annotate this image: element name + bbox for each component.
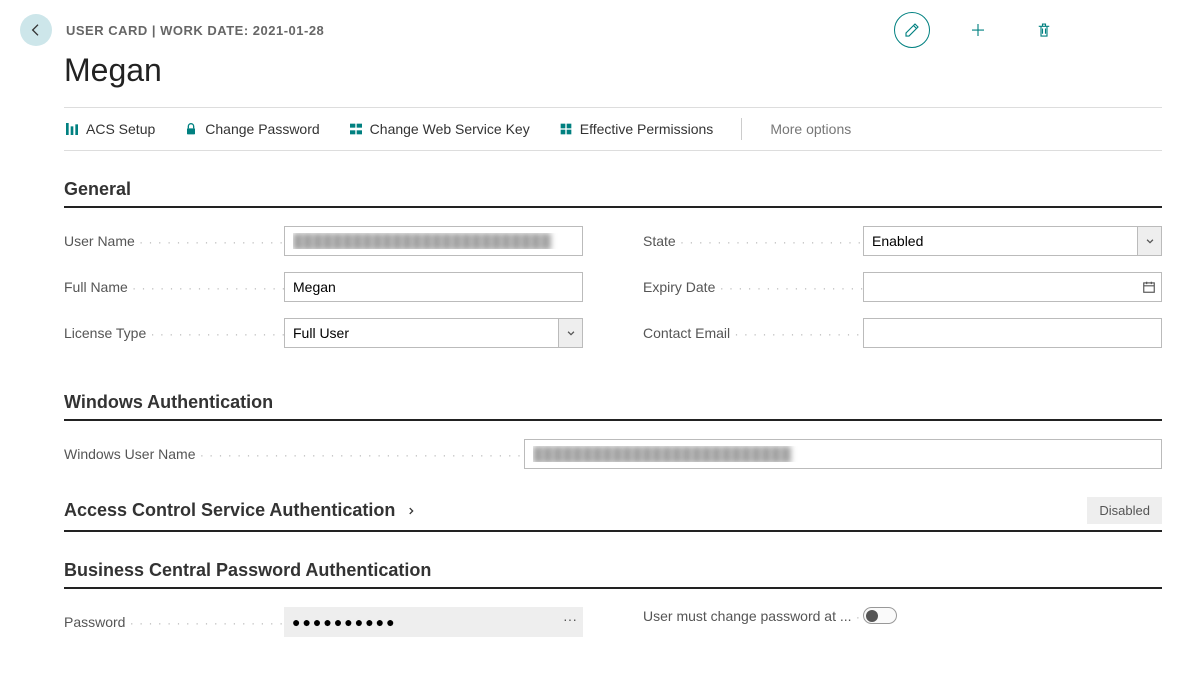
toolbar-label: Change Password [205,121,319,137]
pencil-icon [903,21,921,39]
full-name-input[interactable] [284,272,583,302]
toolbar-separator [741,118,742,140]
toolbar-label: ACS Setup [86,121,155,137]
settings-icon [64,121,80,137]
field-label-mustchange: User must change password at ... [643,608,863,624]
new-button[interactable] [960,12,996,48]
edit-button[interactable] [894,12,930,48]
breadcrumb: USER CARD | WORK DATE: 2021-01-28 [66,23,324,38]
page-title: Megan [64,52,1162,89]
lock-icon [183,121,199,137]
must-change-toggle[interactable] [863,607,897,624]
section-title-bcpwd: Business Central Password Authentication [64,560,431,581]
password-input[interactable] [284,607,583,637]
user-name-input[interactable] [284,226,583,256]
calendar-icon [1142,280,1156,294]
dropdown-button[interactable] [558,319,582,347]
field-label-winuser: Windows User Name [64,446,524,462]
field-label-state: State [643,233,863,249]
section-title-acsauth[interactable]: Access Control Service Authentication [64,500,416,521]
date-picker-button[interactable] [1137,273,1161,301]
change-password-action[interactable]: Change Password [183,121,319,137]
field-label-email: Contact Email [643,325,863,341]
expiry-date-input[interactable] [863,272,1162,302]
state-select[interactable] [863,226,1162,256]
field-label-fullname: Full Name [64,279,284,295]
password-more-button[interactable]: ··· [563,611,577,627]
license-type-select[interactable] [284,318,583,348]
contact-email-input[interactable] [863,318,1162,348]
key-icon [348,121,364,137]
windows-user-input[interactable] [524,439,1162,469]
toolbar-label: Change Web Service Key [370,121,530,137]
section-title-general: General [64,179,131,200]
permissions-icon [558,121,574,137]
dropdown-button[interactable] [1137,227,1161,255]
section-title-winauth: Windows Authentication [64,392,273,413]
plus-icon [969,21,987,39]
chevron-right-icon [406,506,416,516]
change-web-key-action[interactable]: Change Web Service Key [348,121,530,137]
more-options-action[interactable]: More options [770,121,851,137]
acs-setup-action[interactable]: ACS Setup [64,121,155,137]
field-label-licensetype: License Type [64,325,284,341]
field-label-password: Password [64,614,284,630]
trash-icon [1035,21,1053,39]
effective-permissions-action[interactable]: Effective Permissions [558,121,714,137]
field-label-expiry: Expiry Date [643,279,863,295]
delete-button[interactable] [1026,12,1062,48]
status-badge: Disabled [1087,497,1162,524]
chevron-down-icon [1145,236,1155,246]
toolbar-label: Effective Permissions [580,121,714,137]
arrow-left-icon [28,22,44,38]
back-button[interactable] [20,14,52,46]
field-label-username: User Name [64,233,284,249]
chevron-down-icon [566,328,576,338]
